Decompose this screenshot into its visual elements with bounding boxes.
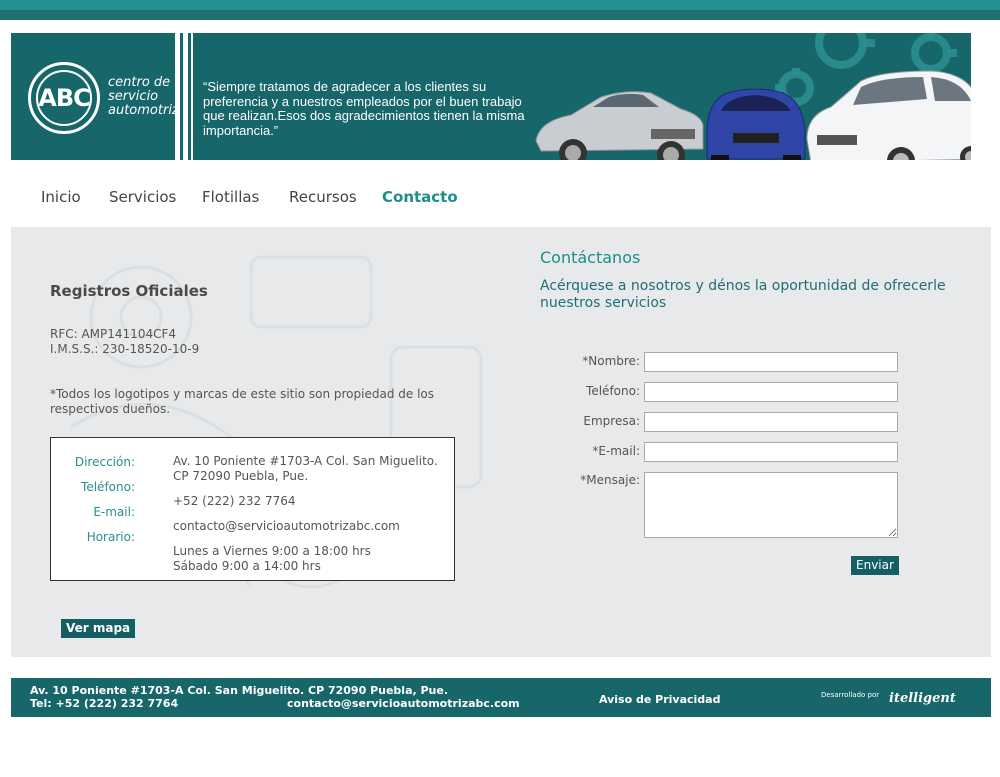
- direccion-label: Dirección:: [74, 455, 135, 469]
- horario-label: Horario:: [86, 530, 135, 544]
- nav-item-contacto[interactable]: Contacto: [382, 188, 458, 206]
- nombre-input[interactable]: [644, 352, 898, 372]
- banner-quote: “Siempre tratamos de agradecer a los cli…: [203, 79, 525, 138]
- direccion-line: Av. 10 Poniente #1703-A Col. San Migueli…: [173, 454, 438, 468]
- silver-sedan: [535, 91, 704, 160]
- ver-mapa-button[interactable]: Ver mapa: [61, 619, 136, 638]
- email-input[interactable]: [644, 442, 898, 462]
- header-banner: ABC centro de servicio automotriz “Siemp…: [11, 33, 971, 160]
- direccion-value: Av. 10 Poniente #1703-A Col. San Migueli…: [173, 454, 438, 484]
- nav-item-servicios[interactable]: Servicios: [109, 188, 176, 206]
- rfc-value: RFC: AMP141104CF4: [50, 327, 176, 341]
- top-bar: [0, 0, 1000, 20]
- main-nav: Inicio Servicios Flotillas Recursos Cont…: [11, 160, 991, 227]
- divider: [191, 33, 193, 160]
- telefono-field-label: Teléfono:: [586, 384, 640, 398]
- logo-mark: ABC: [36, 70, 92, 126]
- email-label: E-mail:: [93, 505, 135, 519]
- logo-text-line: servicio: [108, 89, 159, 104]
- blue-car: [706, 88, 806, 160]
- logo[interactable]: ABC centro de servicio automotriz: [11, 33, 179, 160]
- email-value[interactable]: contacto@servicioautomotrizabc.com: [173, 519, 400, 534]
- telefono-label: Teléfono:: [81, 480, 135, 494]
- logo-text-line: centro de: [108, 75, 171, 90]
- logo-emblem: ABC: [28, 62, 100, 134]
- mensaje-label: *Mensaje:: [580, 473, 640, 487]
- trademark-note: *Todos los logotipos y marcas de este si…: [50, 387, 434, 416]
- telefono-value: +52 (222) 232 7764: [173, 494, 296, 508]
- empresa-input[interactable]: [644, 412, 898, 432]
- footer-email-link[interactable]: contacto@servicioautomotrizabc.com: [287, 697, 520, 710]
- contact-title: Contáctanos: [540, 248, 641, 267]
- contact-info-box: Dirección: Teléfono: E-mail: Horario: Av…: [50, 437, 455, 581]
- main-content: Registros Oficiales RFC: AMP141104CF4 I.…: [11, 227, 991, 657]
- logo-text: centro de servicio automotriz: [108, 76, 179, 118]
- enviar-button[interactable]: Enviar: [851, 556, 899, 575]
- direccion-line: CP 72090 Puebla, Pue.: [173, 469, 309, 483]
- white-minivan: [806, 70, 971, 160]
- horario-line: Lunes a Viernes 9:00 a 18:00 hrs: [173, 544, 371, 558]
- horario-value: Lunes a Viernes 9:00 a 18:00 hrs Sábado …: [173, 544, 371, 574]
- cars-image: [535, 70, 971, 160]
- developed-by-label: Desarrollado por: [821, 691, 880, 699]
- email-field-label: *E-mail:: [592, 444, 640, 458]
- mensaje-textarea[interactable]: [644, 472, 898, 538]
- nav-item-inicio[interactable]: Inicio: [41, 188, 81, 206]
- registros-values: RFC: AMP141104CF4 I.M.S.S.: 230-18520-10…: [50, 327, 199, 357]
- imss-value: I.M.S.S.: 230-18520-10-9: [50, 342, 200, 356]
- empresa-label: Empresa:: [583, 414, 640, 428]
- footer: Av. 10 Poniente #1703-A Col. San Migueli…: [11, 678, 991, 717]
- divider: [175, 33, 180, 160]
- divider: [183, 33, 188, 160]
- contact-subtitle: Acérquese a nosotros y dénos la oportuni…: [540, 278, 946, 311]
- nav-item-recursos[interactable]: Recursos: [289, 188, 357, 206]
- nav-item-flotillas[interactable]: Flotillas: [202, 188, 259, 206]
- developer-logo[interactable]: itelligent: [889, 691, 956, 706]
- telefono-input[interactable]: [644, 382, 898, 402]
- horario-line: Sábado 9:00 a 14:00 hrs: [173, 559, 321, 573]
- logo-text-line: automotriz: [108, 103, 179, 118]
- registros-title: Registros Oficiales: [50, 282, 208, 300]
- nombre-label: *Nombre:: [582, 354, 640, 368]
- privacy-link[interactable]: Aviso de Privacidad: [599, 693, 720, 706]
- footer-address: Av. 10 Poniente #1703-A Col. San Migueli…: [30, 684, 449, 697]
